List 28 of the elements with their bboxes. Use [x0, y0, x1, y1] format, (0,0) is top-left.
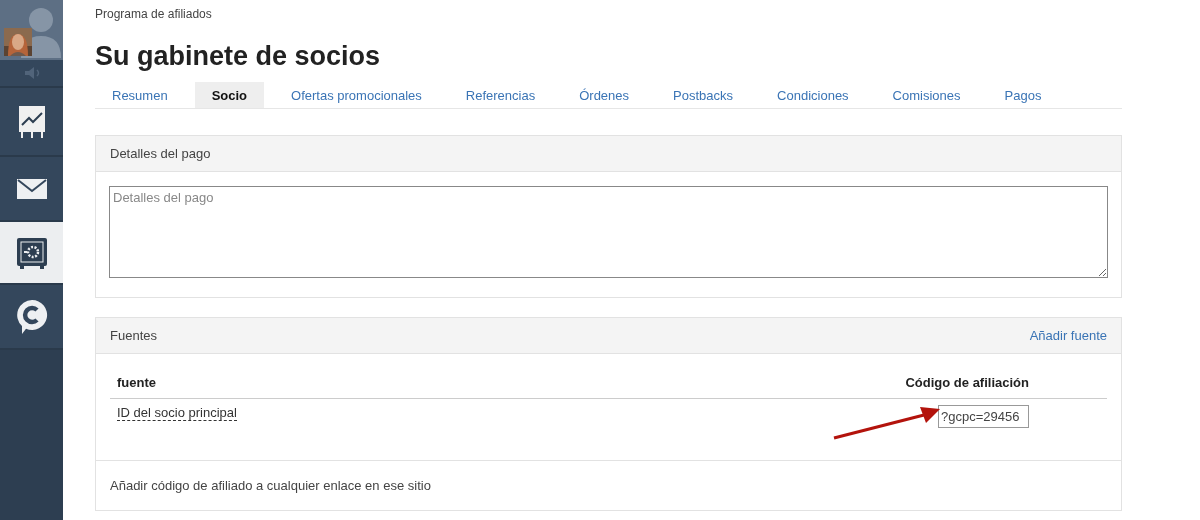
sidebar-item[interactable] [0, 157, 63, 222]
tab[interactable]: Resumen [95, 82, 185, 108]
envelope-icon[interactable] [16, 178, 47, 199]
footer-note: Añadir código de afiliado a cualquier enlace en ese sitio [110, 478, 431, 493]
payment-details-field[interactable]: Detalles del pago [109, 186, 1108, 278]
tab[interactable]: Órdenes [562, 82, 647, 108]
affiliate-code-field[interactable]: ?gcpc=29456 [938, 405, 1029, 428]
panel-title: Detalles del pago [110, 146, 211, 161]
tab[interactable]: Condiciones [760, 82, 866, 108]
chart-easel-icon[interactable] [17, 104, 46, 139]
safe-icon[interactable] [15, 236, 48, 269]
tab[interactable]: Postbacks [656, 82, 751, 108]
column-header: fuente [117, 375, 156, 390]
tab[interactable]: Pagos [987, 82, 1059, 108]
sidebar-item[interactable] [0, 222, 63, 285]
tab[interactable]: Socio [194, 82, 265, 108]
breadcrumb: Programa de afiliados [95, 7, 213, 21]
panel-title: Fuentes [110, 328, 157, 343]
source-name: ID del socio principal [117, 405, 237, 421]
chat-bubble-icon[interactable] [15, 298, 48, 335]
sidebar-item[interactable] [0, 88, 63, 157]
tab[interactable]: Referencias [448, 82, 553, 108]
page-title: Su gabinete de socios [95, 41, 382, 72]
tab[interactable]: Comisiones [875, 82, 978, 108]
sidebar-item[interactable] [0, 285, 63, 350]
tab[interactable]: Ofertas promocionales [274, 82, 439, 108]
add-source-link[interactable]: Añadir fuente [1029, 328, 1107, 343]
column-header: Código de afiliación [905, 375, 1029, 390]
